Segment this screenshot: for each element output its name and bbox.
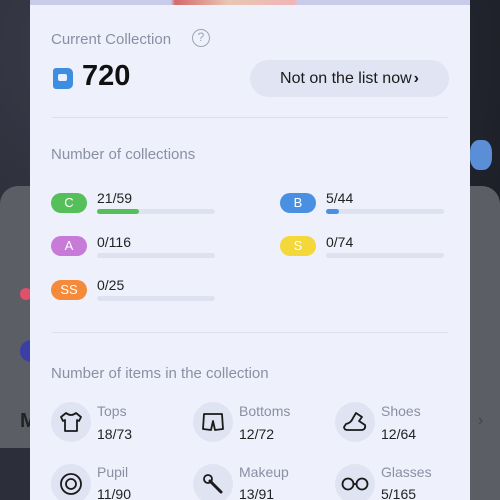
collection-count: 720 — [82, 60, 131, 92]
item-value-pupil: 11/90 — [97, 486, 131, 500]
item-name-tops: Tops — [97, 403, 127, 419]
item-name-makeup: Makeup — [239, 464, 289, 480]
shirt-icon — [51, 402, 91, 442]
collection-book-icon — [53, 68, 73, 89]
background-chevron-icon: › — [478, 412, 484, 429]
rank-progress-s — [326, 253, 444, 258]
rank-progress-c — [97, 209, 215, 214]
rank-progress-b — [326, 209, 444, 214]
background-thumbnail — [0, 448, 30, 500]
rank-value-ss: 0/25 — [97, 277, 125, 293]
item-value-shoes: 12/64 — [381, 426, 417, 442]
panel-banner-image — [30, 0, 470, 5]
rank-progress-ss — [97, 296, 215, 301]
rank-value-c: 21/59 — [97, 190, 133, 206]
rank-value-s: 0/74 — [326, 234, 354, 250]
item-value-makeup: 13/91 — [239, 486, 275, 500]
chevron-right-icon: › — [413, 70, 419, 87]
item-value-tops: 18/73 — [97, 426, 133, 442]
rank-badge-b: B — [280, 193, 316, 213]
rank-value-b: 5/44 — [326, 190, 354, 206]
rank-badge-a: A — [51, 236, 87, 256]
item-name-glasses: Glasses — [381, 464, 432, 480]
ranking-list-label: Not on the list now — [280, 70, 412, 87]
rank-badge-s: S — [280, 236, 316, 256]
divider — [52, 332, 448, 333]
eye-icon — [51, 464, 91, 500]
item-value-glasses: 5/165 — [381, 486, 417, 500]
divider — [52, 117, 448, 118]
collection-panel: Current Collection ? 720 Not on the list… — [30, 0, 470, 500]
item-name-bottoms: Bottoms — [239, 403, 291, 419]
shorts-icon — [193, 402, 233, 442]
shoe-icon — [335, 402, 375, 442]
item-value-bottoms: 12/72 — [239, 426, 275, 442]
glasses-icon — [335, 464, 375, 500]
item-name-shoes: Shoes — [381, 403, 421, 419]
collections-section-label: Number of collections — [51, 146, 196, 163]
brush-icon — [193, 464, 233, 500]
item-name-pupil: Pupil — [97, 464, 129, 480]
rank-progress-fill — [97, 209, 139, 214]
rank-value-a: 0/116 — [97, 234, 131, 250]
rank-badge-c: C — [51, 193, 87, 213]
rank-progress-a — [97, 253, 215, 258]
rank-progress-fill — [326, 209, 340, 214]
items-section-label: Number of items in the collection — [51, 365, 269, 382]
current-collection-label: Current Collection — [51, 31, 172, 48]
help-icon[interactable]: ? — [192, 29, 210, 47]
rank-badge-ss: SS — [51, 280, 87, 300]
ranking-list-button[interactable]: Not on the list now › — [250, 60, 449, 97]
background-decoration — [470, 140, 492, 170]
